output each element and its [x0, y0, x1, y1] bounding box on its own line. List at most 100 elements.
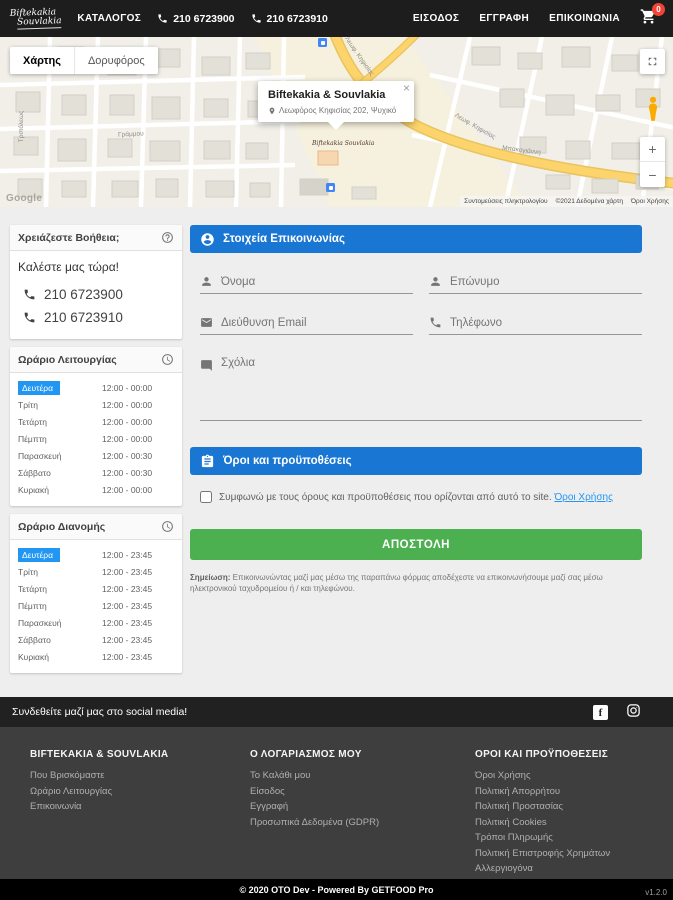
fullscreen-button[interactable] [640, 49, 665, 74]
hours-time: 12:00 - 23:45 [102, 600, 153, 611]
map-type-controls: Χάρτης Δορυφόρος [10, 47, 158, 74]
email-input[interactable] [221, 316, 413, 329]
email-icon [201, 318, 212, 327]
footer-link[interactable]: Εγγραφή [250, 799, 475, 815]
note-text: Επικοινωνώντας μαζί μας μέσω της παραπάν… [190, 573, 603, 593]
facebook-icon[interactable]: f [593, 704, 608, 720]
person-icon [431, 277, 440, 286]
footer-link[interactable]: Που Βρισκόμαστε [30, 768, 250, 784]
restaurant-marker[interactable]: Biftekakia Souvlakia [312, 141, 374, 147]
hours-time: 12:00 - 00:30 [102, 467, 153, 478]
nav-phone-2[interactable]: 210 6723910 [251, 13, 328, 25]
footer-link[interactable]: Επικοινωνία [30, 799, 250, 815]
nav-item-catalog[interactable]: ΚΑΤΑΛΟΓΟΣ [77, 13, 141, 24]
footer-link[interactable]: Είσοδος [250, 784, 475, 800]
hours-day: Τρίτη [18, 399, 39, 410]
map-terms-link[interactable]: Όροι Χρήσης [631, 198, 669, 205]
hours-time: 12:00 - 23:45 [102, 634, 153, 645]
hours-day: Τετάρτη [18, 583, 47, 594]
zoom-in-button[interactable]: + [640, 137, 665, 162]
hours-time: 12:00 - 00:00 [101, 382, 153, 393]
info-window-address: Λεωφόρος Κηφισίας 202, Ψυχικό [268, 106, 404, 115]
transit-stop-icon[interactable] [326, 183, 335, 192]
bottom-bar: © 2020 OTO Dev - Powered By GETFOOD Pro … [0, 879, 673, 900]
nav-phone-2-number: 210 6723910 [266, 12, 328, 25]
first-name-field [200, 275, 413, 294]
sidebar-phone-1[interactable]: 210 6723900 [18, 283, 174, 306]
footer-link[interactable]: Αλλεργιογόνα [475, 861, 673, 877]
hours-day: Σάββατο [18, 634, 51, 645]
hours-day: Σάββατο [18, 467, 51, 478]
help-card-header: Χρειάζεστε Βοήθεια; [10, 225, 182, 251]
delivery-hours-card: Ωράριο Διανομής Δευτέρα 12:00 - 23:45 Τρίτ… [10, 514, 182, 673]
hours-day: Τετάρτη [18, 416, 47, 427]
help-icon[interactable] [161, 231, 174, 244]
sidebar-phone-2[interactable]: 210 6723910 [18, 306, 174, 329]
footer-link[interactable]: Προσωπικά Δεδομένα (GDPR) [250, 815, 475, 831]
logo[interactable]: Biftekakia Souvlakia [10, 7, 62, 30]
hours-row: Δευτέρα 12:00 - 00:00 [18, 379, 174, 396]
info-address-text: Λεωφόρος Κηφισίας 202, Ψυχικό [279, 106, 397, 115]
nav-item-contact[interactable]: ΕΠΙΚΟΙΝΩΝΙΑ [549, 13, 620, 24]
instagram-icon[interactable] [626, 703, 641, 721]
phone-icon [251, 14, 261, 23]
first-name-input[interactable] [221, 275, 413, 288]
content: Χρειάζεστε Βοήθεια; Καλέστε μας τώρα! 21… [0, 207, 673, 697]
form-row-1 [190, 275, 642, 294]
nav-phone-1[interactable]: 210 6723900 [157, 12, 235, 25]
footer-link[interactable]: Πολιτική Απορρήτου [475, 784, 673, 800]
hours-day: Δευτέρα [18, 380, 61, 395]
footer-link[interactable]: Ωράριο Λειτουργίας [30, 784, 250, 800]
footer-link[interactable]: Τρόποι Πληρωμής [475, 830, 673, 846]
hours-row: Τετάρτη 12:00 - 23:45 [18, 580, 174, 597]
form-note: Σημείωση: Επικοινωνώντας μαζί μας μέσω τ… [190, 572, 642, 594]
comments-textarea[interactable] [221, 357, 642, 415]
social-icons: f [593, 703, 641, 721]
footer-link[interactable]: Το Καλάθι μου [250, 768, 475, 784]
phone-icon [158, 14, 167, 23]
map-view-button[interactable]: Χάρτης [10, 47, 74, 74]
terms-checkbox[interactable] [200, 491, 212, 503]
nav-item-register[interactable]: ΕΓΓΡΑΦΗ [479, 13, 529, 24]
sidebar-phone-2-number: 210 6723910 [44, 310, 123, 325]
footer-link[interactable]: Πολιτική Επιστροφής Χρημάτων [475, 846, 673, 862]
hours-time: 12:00 - 00:00 [102, 416, 153, 427]
pegman-icon[interactable] [642, 95, 664, 123]
terms-agreement-row: Συμφωνώ με τους όρους και προϋποθέσεις π… [190, 491, 642, 503]
terms-section-header: Όροι και προϋποθέσεις [190, 447, 642, 475]
hours-day: Παρασκευή [18, 617, 62, 628]
nav-phone-1-number: 210 6723900 [173, 12, 235, 25]
footer-column: BIFTEKAKIA & SOUVLAKIA Που Βρισκόμαστε Ωρά… [30, 749, 250, 879]
hours-row: Τετάρτη 12:00 - 00:00 [18, 413, 174, 430]
sidebar: Χρειάζεστε Βοήθεια; Καλέστε μας τώρα! 21… [10, 225, 182, 697]
submit-button[interactable]: ΑΠΟΣΤΟΛΗ [190, 529, 642, 560]
info-window-title: Biftekakia & Souvlakia [268, 89, 386, 101]
last-name-input[interactable] [450, 275, 642, 288]
satellite-view-button[interactable]: Δορυφόρος [73, 47, 158, 74]
keyboard-shortcuts-link[interactable]: Συντομεύσεις πληκτρολογίου [464, 198, 547, 205]
nav-item-login[interactable]: ΕΙΣΟΔΟΣ [413, 13, 459, 24]
map-info-window: Biftekakia & Souvlakia Λεωφόρος Κηφισίας… [258, 81, 414, 130]
footer-link[interactable]: Πολιτική Προστασίας [475, 799, 673, 815]
footer-link[interactable]: Πολιτική Cookies [475, 815, 673, 831]
hours-time: 12:00 - 23:45 [101, 549, 153, 560]
map[interactable]: Λεωφ. Κηφισίας Λεωφ. Κηφισίας Τριπόλεως … [0, 37, 673, 207]
hours-rows: Δευτέρα 12:00 - 00:00 Τρίτη 12:00 - 00:00 Τε… [10, 373, 182, 506]
cart-button[interactable]: 0 [640, 2, 665, 30]
note-label: Σημείωση: [190, 573, 231, 582]
transit-stop-icon[interactable] [318, 38, 327, 47]
info-window-close-icon[interactable]: × [403, 82, 410, 94]
terms-icon [201, 454, 214, 467]
help-card-title: Χρειάζεστε Βοήθεια; [18, 231, 120, 244]
zoom-out-button[interactable]: − [640, 162, 665, 187]
hours-time: 12:00 - 00:00 [102, 484, 153, 495]
opening-hours-card: Ωράριο Λειτουργίας Δευτέρα 12:00 - 00:00 Τ… [10, 347, 182, 506]
phone-input[interactable] [450, 316, 642, 329]
hours-row: Σάββατο 12:00 - 00:30 [18, 464, 174, 481]
comment-icon [201, 360, 212, 371]
google-logo[interactable]: Google [6, 193, 42, 204]
terms-of-use-link[interactable]: Όροι Χρήσης [554, 492, 612, 503]
footer-link[interactable]: Όροι Χρήσης [475, 768, 673, 784]
delivery-hours-header: Ωράριο Διανομής [10, 514, 182, 540]
form-row-2 [190, 316, 642, 335]
